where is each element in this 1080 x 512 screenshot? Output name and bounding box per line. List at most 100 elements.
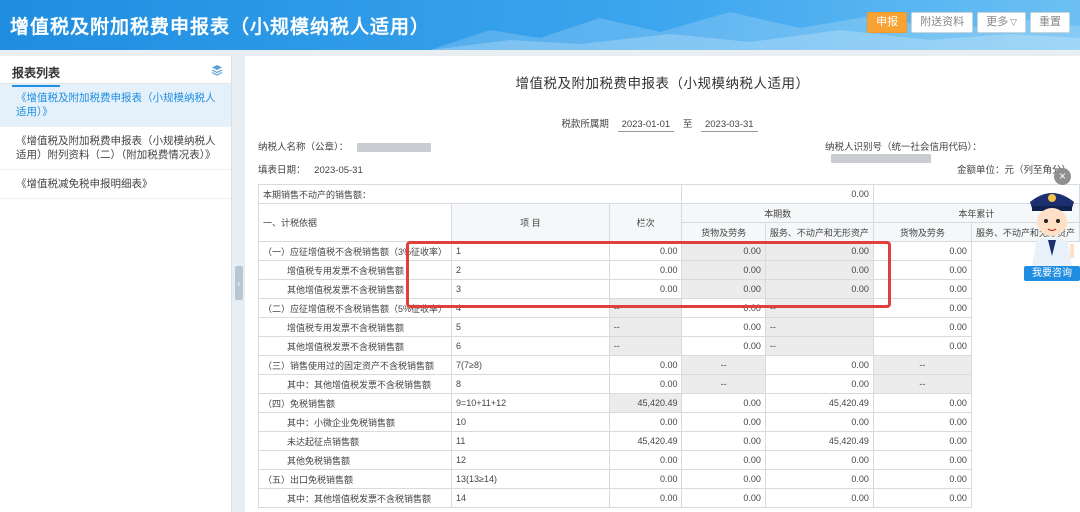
row-value-cell[interactable]: 0.00: [681, 260, 766, 280]
period-start-field[interactable]: 2023-01-01: [617, 119, 675, 132]
sidebar-item-attachment-two[interactable]: 《增值税及附加税费申报表（小规模纳税人适用）附列资料（二）（附加税费情况表）》: [0, 127, 231, 170]
declaration-table: 本期销售不动产的销售额： 0.00 一、计税依据 项 目 栏次 本期数 本年累计…: [257, 184, 1080, 508]
row-value-cell[interactable]: 0.00: [608, 241, 683, 261]
row-value-cell[interactable]: 0.00: [608, 450, 683, 470]
more-button[interactable]: 更多 ▽: [977, 12, 1026, 33]
row-value-cell[interactable]: --: [872, 355, 972, 375]
table-row: 未达起征点销售额 11 45,420.49 0.00 45,420.49 0.00: [257, 431, 1080, 451]
row-value-cell[interactable]: --: [764, 336, 874, 356]
sidebar-header: 报表列表: [0, 56, 231, 87]
row-value-cell[interactable]: 0.00: [764, 260, 874, 280]
header-current: 本期数: [681, 203, 874, 223]
row-value-cell[interactable]: --: [608, 298, 683, 318]
row-value-cell[interactable]: 0.00: [872, 279, 972, 299]
row-value-cell[interactable]: 0.00: [764, 355, 874, 375]
row-value-cell[interactable]: 0.00: [681, 393, 766, 413]
taxpayer-name-row: 纳税人名称（公章）：: [258, 139, 431, 153]
period-to-label: 至: [682, 119, 693, 130]
assistant-widget[interactable]: × 我要咨询: [1020, 168, 1080, 286]
row-value-cell[interactable]: 0.00: [681, 241, 766, 261]
row-value-cell[interactable]: 0.00: [608, 412, 683, 432]
app-title: 增值税及附加税费申报表（小规模纳税人适用）: [10, 17, 431, 38]
row-value-cell[interactable]: 0.00: [872, 488, 972, 508]
row-value-cell[interactable]: 0.00: [681, 412, 766, 432]
layers-icon[interactable]: [211, 64, 223, 76]
table-row: 其中：其他增值税发票不含税销售额 14 0.00 0.00 0.00 0.00: [257, 488, 1080, 508]
table-row: （三）销售使用过的固定资产不含税销售额 7(7≥8) 0.00 -- 0.00 --: [257, 355, 1080, 375]
sidebar-collapse-handle[interactable]: ‹: [235, 266, 243, 300]
row-col-number: 9=10+11+12: [451, 393, 610, 413]
row-value-cell[interactable]: 0.00: [764, 469, 874, 489]
row-value-cell[interactable]: 0.00: [608, 488, 683, 508]
top-actions: 申报 附送资料 更多 ▽ 重置: [867, 12, 1070, 33]
row-item-label: 其中：小微企业免税销售额: [257, 412, 453, 432]
row-value-cell[interactable]: 0.00: [764, 450, 874, 470]
row-value-cell[interactable]: 0.00: [872, 298, 972, 318]
row-value-cell[interactable]: 0.00: [608, 355, 683, 375]
table-row: 增值税专用发票不含税销售额 2 0.00 0.00 0.00 0.00: [257, 260, 1080, 280]
row-value-cell[interactable]: --: [608, 317, 683, 337]
row-value-cell[interactable]: 0.00: [872, 241, 972, 261]
row-value-cell[interactable]: 0.00: [681, 317, 766, 337]
row-col-number: 12: [451, 450, 610, 470]
row-value-cell[interactable]: 0.00: [681, 488, 766, 508]
row-item-label: 未达起征点销售额: [257, 431, 453, 451]
row-value-cell[interactable]: 45,420.49: [608, 393, 683, 413]
row-value-cell[interactable]: 0.00: [681, 450, 766, 470]
sidebar-item-exemption-detail[interactable]: 《增值税减免税申报明细表》: [0, 170, 231, 199]
form-title: 增值税及附加税费申报表（小规模纳税人适用）: [515, 76, 810, 91]
row-value-cell[interactable]: --: [681, 374, 766, 394]
row-value-cell[interactable]: 0.00: [764, 374, 874, 394]
row-value-cell[interactable]: 0.00: [872, 260, 972, 280]
row-value-cell[interactable]: 0.00: [608, 260, 683, 280]
row-value-cell[interactable]: --: [764, 298, 874, 318]
row-value-cell[interactable]: 0.00: [608, 374, 683, 394]
row-item-label: （五）出口免税销售额: [257, 469, 453, 489]
taxpayer-id-redacted: [831, 153, 931, 163]
row-value-cell[interactable]: 0.00: [681, 336, 766, 356]
sidebar-item-main-form[interactable]: 《增值税及附加税费申报表（小规模纳税人适用）》: [0, 84, 231, 127]
row-col-number: 13(13≥14): [451, 469, 610, 489]
row-value-cell[interactable]: --: [681, 355, 766, 375]
reset-button[interactable]: 重置: [1030, 12, 1070, 33]
row-value-cell[interactable]: 0.00: [764, 488, 874, 508]
row-value-cell[interactable]: 0.00: [608, 469, 683, 489]
row-value-cell[interactable]: --: [608, 336, 683, 356]
row-value-cell[interactable]: 0.00: [872, 393, 972, 413]
consult-button[interactable]: 我要咨询: [1024, 266, 1080, 281]
sidebar-title: 报表列表: [12, 64, 61, 87]
row-value-cell[interactable]: 0.00: [681, 298, 766, 318]
row-value-cell[interactable]: 0.00: [681, 469, 766, 489]
row-value-cell[interactable]: 0.00: [872, 431, 972, 451]
row-value-cell[interactable]: 0.00: [872, 317, 972, 337]
row-value-cell[interactable]: 0.00: [608, 279, 683, 299]
row-value-cell[interactable]: 45,420.49: [764, 431, 874, 451]
table-top-label: 本期销售不动产的销售额：: [257, 184, 683, 204]
row-value-cell[interactable]: 0.00: [764, 241, 874, 261]
row-value-cell[interactable]: 0.00: [872, 469, 972, 489]
declare-button[interactable]: 申报: [867, 12, 908, 33]
row-item-label: 其中：其他增值税发票不含税销售额: [257, 374, 453, 394]
table-row: 本期销售不动产的销售额： 0.00: [257, 184, 1080, 204]
row-item-label: （二）应征增值税不含税销售额（5%征收率）: [257, 298, 453, 318]
close-icon[interactable]: ×: [1054, 168, 1071, 185]
table-row: （二）应征增值税不含税销售额（5%征收率） 4 -- 0.00 -- 0.00: [257, 298, 1080, 318]
row-item-label: （四）免税销售额: [257, 393, 453, 413]
row-value-cell[interactable]: 0.00: [681, 431, 766, 451]
period-end-field[interactable]: 2023-03-31: [700, 119, 758, 132]
row-value-cell[interactable]: --: [764, 317, 874, 337]
row-value-cell[interactable]: 0.00: [764, 279, 874, 299]
table-top-value[interactable]: 0.00: [681, 184, 874, 204]
row-value-cell[interactable]: 45,420.49: [764, 393, 874, 413]
table-header-row: 一、计税依据 项 目 栏次 本期数 本年累计: [257, 203, 1080, 242]
attachments-button[interactable]: 附送资料: [911, 12, 974, 33]
row-value-cell[interactable]: 0.00: [681, 279, 766, 299]
row-value-cell[interactable]: 45,420.49: [608, 431, 683, 451]
row-value-cell[interactable]: 0.00: [872, 336, 972, 356]
row-value-cell[interactable]: --: [872, 374, 972, 394]
row-col-number: 3: [451, 279, 610, 299]
row-value-cell[interactable]: 0.00: [872, 412, 972, 432]
row-value-cell[interactable]: 0.00: [764, 412, 874, 432]
row-value-cell[interactable]: 0.00: [872, 450, 972, 470]
table-row: 其他增值税发票不含税销售额 6 -- 0.00 -- 0.00: [257, 336, 1080, 356]
